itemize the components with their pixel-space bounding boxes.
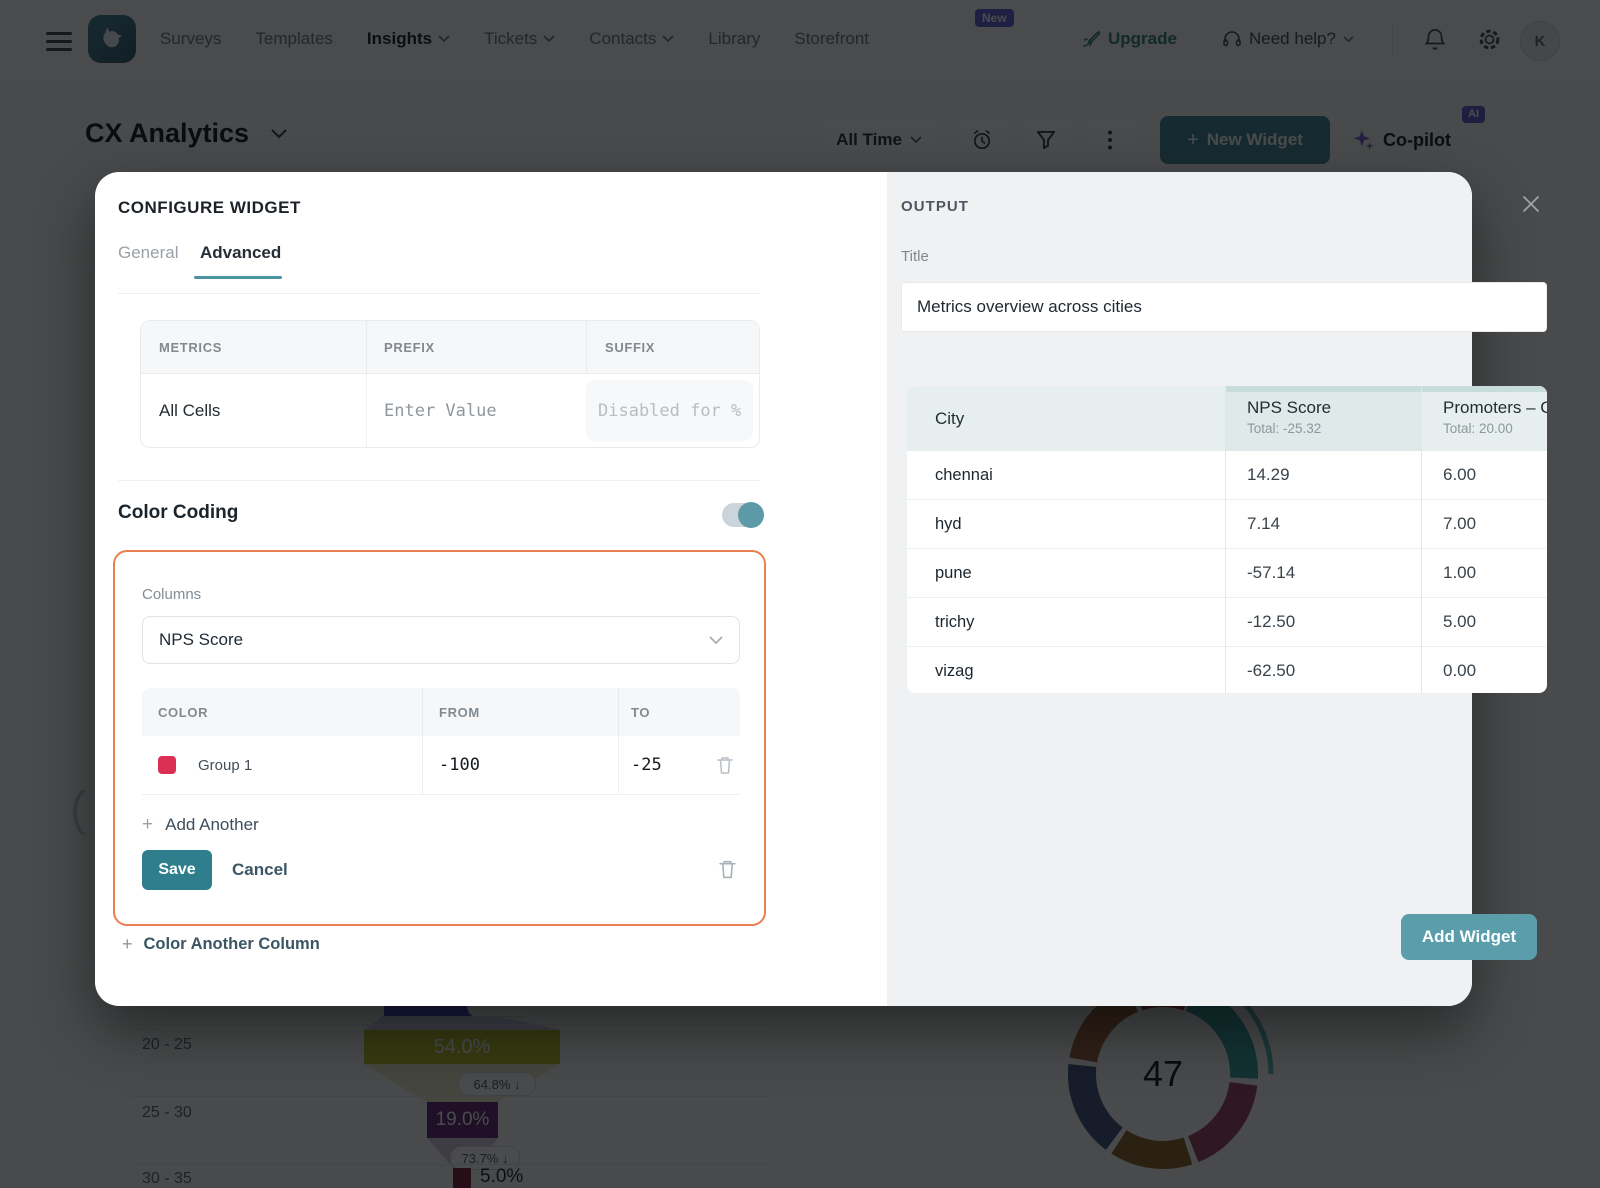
close-icon xyxy=(1521,194,1541,214)
delete-column-rule-button[interactable] xyxy=(718,858,737,880)
cancel-button[interactable]: Cancel xyxy=(232,860,288,880)
column-total: Total: 20.00 xyxy=(1443,421,1547,436)
output-pane: OUTPUT Title City NPS Score Total: -25.3… xyxy=(887,172,1472,1006)
output-preview-table: City NPS Score Total: -25.32 Promoters –… xyxy=(907,386,1547,693)
color-coding-editor: Columns NPS Score COLOR FROM TO Group 1 xyxy=(113,550,766,926)
output-heading: OUTPUT xyxy=(901,198,969,215)
column-header-city: City xyxy=(907,386,1225,451)
configure-widget-modal: CONFIGURE WIDGET General Advanced METRIC… xyxy=(95,172,1472,1006)
tab-advanced[interactable]: Advanced xyxy=(200,243,281,263)
modal-title: CONFIGURE WIDGET xyxy=(118,198,301,218)
app-window: Surveys Templates Insights Tickets Conta… xyxy=(0,0,1600,1188)
group-color-swatch[interactable] xyxy=(158,756,176,774)
column-header-from: FROM xyxy=(423,705,618,720)
group-name: Group 1 xyxy=(198,757,252,774)
column-header-color: COLOR xyxy=(142,705,422,720)
widget-title-input[interactable] xyxy=(901,282,1547,332)
column-select[interactable]: NPS Score xyxy=(142,616,740,664)
column-divider xyxy=(1225,386,1226,693)
save-button[interactable]: Save xyxy=(142,850,212,890)
add-widget-button[interactable]: Add Widget xyxy=(1401,914,1537,960)
color-another-column-button[interactable]: + Color Another Column xyxy=(122,934,320,955)
table-row: pune -57.14 1.00 xyxy=(907,549,1547,598)
suffix-input-disabled: Disabled for % xyxy=(586,380,753,441)
column-header-nps: NPS Score Total: -25.32 xyxy=(1225,386,1421,451)
column-total: Total: -25.32 xyxy=(1247,421,1421,436)
title-field-label: Title xyxy=(901,248,929,265)
color-group-table: COLOR FROM TO Group 1 -100 -25 xyxy=(142,688,740,795)
column-header-to: TO xyxy=(619,705,650,720)
to-value-input[interactable]: -25 xyxy=(619,755,716,775)
table-row: chennai 14.29 6.00 xyxy=(907,451,1547,500)
column-divider xyxy=(1421,386,1422,693)
add-another-button[interactable]: + Add Another xyxy=(142,814,259,836)
trash-icon xyxy=(718,858,737,880)
from-value-input[interactable]: -100 xyxy=(423,755,618,775)
plus-icon: + xyxy=(142,814,153,836)
table-row: trichy -12.50 5.00 xyxy=(907,598,1547,647)
delete-group-button[interactable] xyxy=(716,755,740,775)
metrics-cell: All Cells xyxy=(141,401,366,421)
plus-icon: + xyxy=(122,934,133,955)
table-row: hyd 7.14 7.00 xyxy=(907,500,1547,549)
chevron-down-icon xyxy=(709,636,723,645)
column-header-suffix: SUFFIX xyxy=(587,340,655,355)
column-header-metrics: METRICS xyxy=(141,340,366,355)
column-header-promoters: Promoters – C Total: 20.00 xyxy=(1421,386,1547,451)
active-tab-underline xyxy=(194,276,282,279)
color-coding-toggle[interactable] xyxy=(722,503,762,527)
metrics-format-table: METRICS PREFIX SUFFIX All Cells Enter Va… xyxy=(140,320,760,448)
trash-icon xyxy=(716,755,734,775)
columns-label: Columns xyxy=(142,586,201,603)
color-coding-heading: Color Coding xyxy=(118,502,238,524)
table-scroll-strip[interactable] xyxy=(1225,386,1547,392)
close-modal-button[interactable] xyxy=(1521,194,1541,214)
prefix-input[interactable]: Enter Value xyxy=(367,401,586,421)
divider xyxy=(118,480,760,481)
toggle-knob xyxy=(738,502,764,528)
table-row: vizag -62.50 0.00 xyxy=(907,647,1547,693)
tab-general[interactable]: General xyxy=(118,243,178,263)
divider xyxy=(118,293,760,294)
column-header-prefix: PREFIX xyxy=(367,340,586,355)
